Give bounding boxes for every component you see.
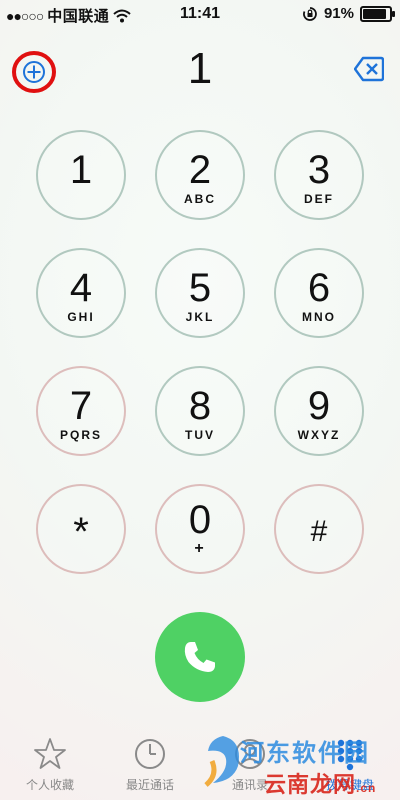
key-letters: MNO	[302, 310, 336, 324]
tab-label: 最近通话	[125, 778, 174, 792]
key-letters: ABC	[184, 192, 216, 206]
backspace-icon	[353, 56, 385, 82]
key-digit: 1	[69, 148, 93, 192]
keypad-icon	[337, 739, 363, 771]
tab-favorites[interactable]: 个人收藏	[0, 730, 100, 800]
key-1[interactable]: 1	[36, 130, 126, 220]
tab-recents[interactable]: 最近通话	[100, 730, 200, 800]
key-0[interactable]: 0 +	[155, 484, 245, 574]
battery-percent: 91%	[323, 5, 354, 22]
tab-label: 通讯录	[231, 778, 268, 792]
status-right: 91%	[302, 5, 395, 22]
tab-keypad[interactable]: 拨号键盘	[300, 730, 400, 800]
key-2[interactable]: 2 ABC	[155, 130, 245, 220]
key-digit: 0	[188, 498, 212, 542]
phone-icon	[184, 642, 215, 672]
key-digit: 3	[307, 148, 331, 192]
delete-button[interactable]	[353, 56, 385, 82]
contacts-icon	[235, 739, 265, 769]
star-icon	[34, 738, 66, 769]
rotation-lock-icon	[303, 6, 317, 21]
key-digit: 6	[307, 266, 331, 310]
key-digit: 4	[69, 266, 93, 310]
key-letters: GHI	[67, 310, 95, 324]
key-6[interactable]: 6 MNO	[274, 248, 364, 338]
key-digit: 7	[69, 384, 93, 428]
status-bar: ●●○○○ 中国联通 11:41 91%	[0, 0, 400, 30]
key-letters: PQRS	[59, 428, 102, 442]
tab-label: 个人收藏	[25, 778, 74, 792]
call-button[interactable]	[155, 612, 245, 702]
key-letters: JKL	[185, 310, 215, 324]
clock-icon	[135, 739, 165, 769]
entered-number: 1	[187, 44, 213, 93]
key-digit: 9	[307, 384, 331, 428]
key-8[interactable]: 8 TUV	[155, 366, 245, 456]
key-digit: 5	[188, 266, 212, 310]
key-3[interactable]: 3 DEF	[274, 130, 364, 220]
key-digit: *	[73, 510, 89, 554]
key-letters: WXYZ	[297, 428, 341, 442]
tab-bar: 个人收藏 最近通话 通讯录 拨号键盘	[0, 730, 400, 800]
key-letters: TUV	[185, 428, 215, 442]
key-5[interactable]: 5 JKL	[155, 248, 245, 338]
keypad: 1 2 ABC 3 DEF 4 GHI 5 JKL 6 MNO 7 PQRS 8…	[0, 130, 400, 590]
key-digit: 8	[188, 384, 212, 428]
key-letters: +	[194, 540, 206, 557]
key-digit: #	[310, 515, 328, 548]
key-letters: DEF	[304, 192, 334, 206]
key-digit: 2	[188, 148, 212, 192]
key-7[interactable]: 7 PQRS	[36, 366, 126, 456]
battery-icon	[360, 5, 395, 22]
key-4[interactable]: 4 GHI	[36, 248, 126, 338]
tab-contacts[interactable]: 通讯录	[200, 730, 300, 800]
key-hash[interactable]: #	[274, 484, 364, 574]
tab-label: 拨号键盘	[325, 778, 374, 792]
key-9[interactable]: 9 WXYZ	[274, 366, 364, 456]
key-star[interactable]: *	[36, 484, 126, 574]
